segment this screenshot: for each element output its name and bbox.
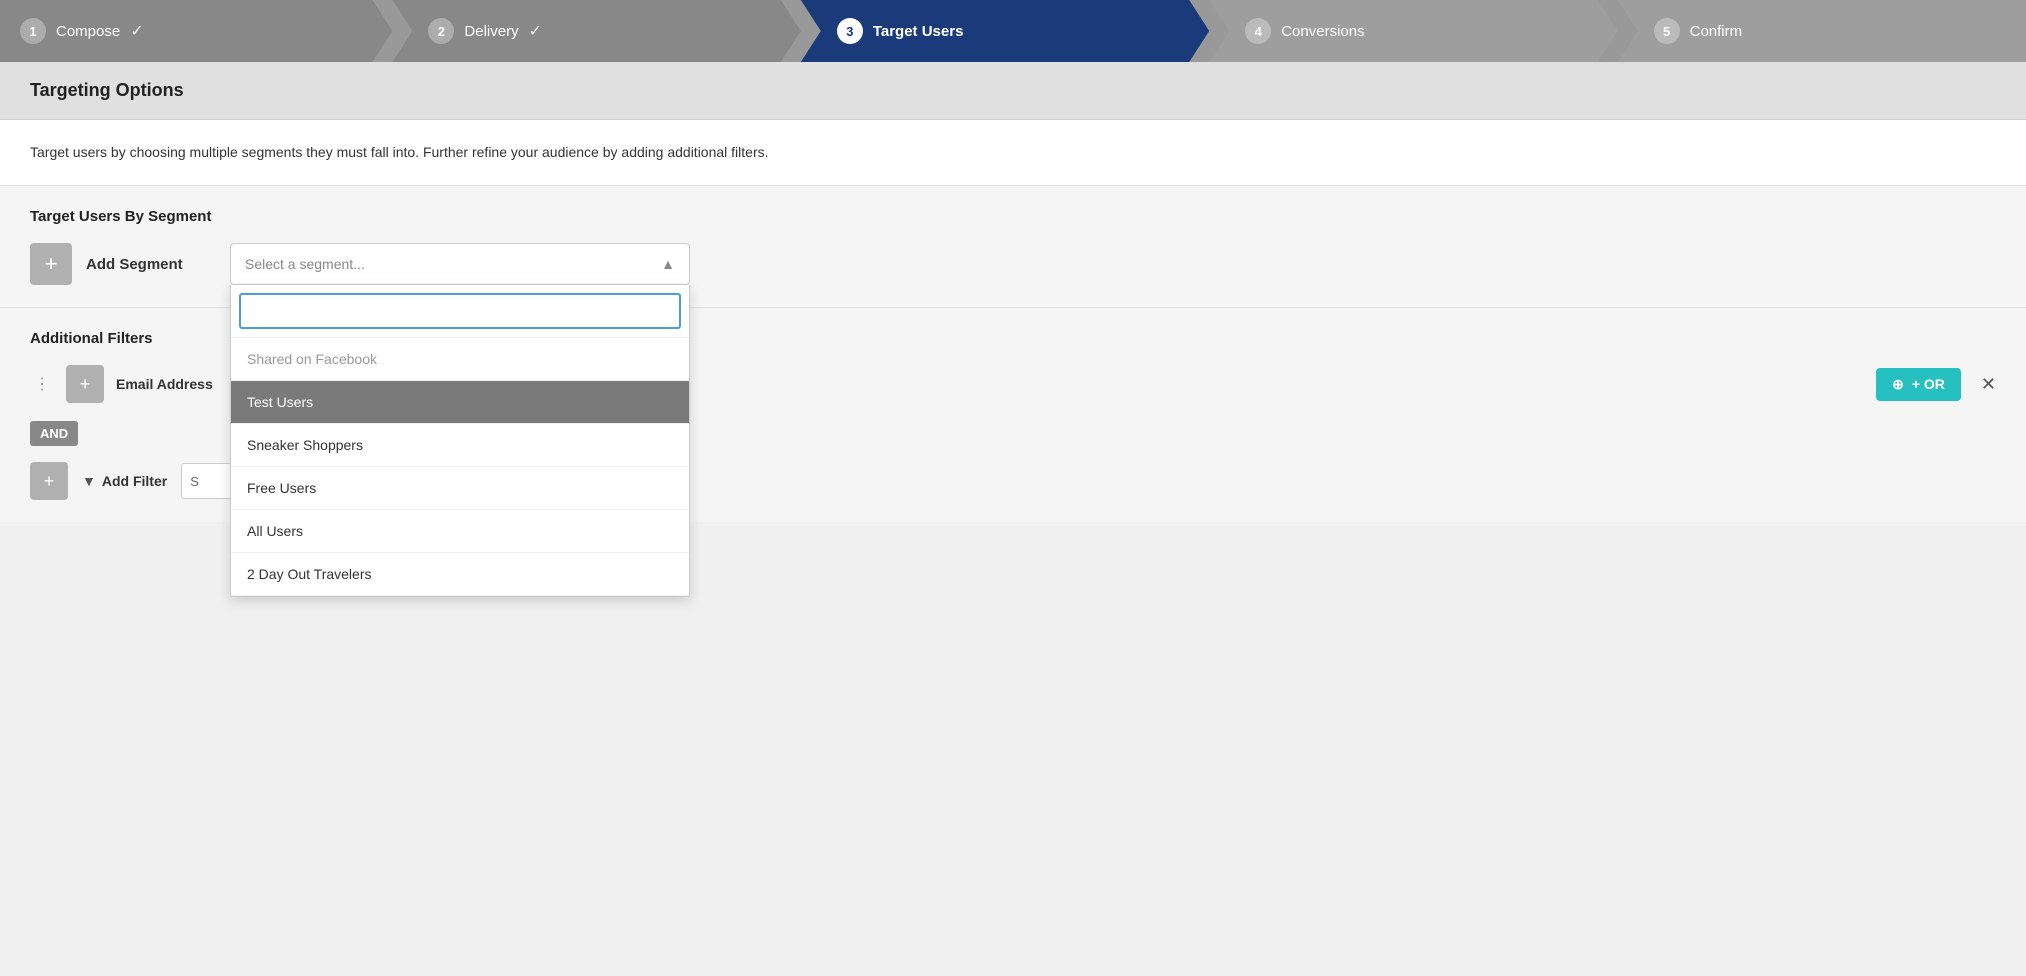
section-header: Targeting Options xyxy=(0,62,2026,120)
stepper: 1 Compose ✓ 2 Delivery ✓ 3 Target Users … xyxy=(0,0,2026,62)
step-confirm-number: 5 xyxy=(1654,18,1680,44)
dropdown-list: Shared on Facebook Test Users Sneaker Sh… xyxy=(231,338,689,596)
step-compose-number: 1 xyxy=(20,18,46,44)
filter-icon: ▼ xyxy=(82,473,96,489)
description-text: Target users by choosing multiple segmen… xyxy=(30,142,1996,163)
step-compose[interactable]: 1 Compose ✓ xyxy=(0,0,392,62)
step-target-users-number: 3 xyxy=(837,18,863,44)
drag-handle-icon[interactable]: ⋮ xyxy=(30,370,54,398)
dropdown-item-test-users[interactable]: Test Users xyxy=(231,381,689,424)
dropdown-search-wrapper xyxy=(231,285,689,338)
add-filter-button[interactable]: + xyxy=(30,462,68,500)
close-filter-icon[interactable]: ✕ xyxy=(1981,374,1996,395)
add-segment-row: + Add Segment Select a segment... ▲ Shar… xyxy=(30,243,1996,285)
segment-select[interactable]: Select a segment... ▲ xyxy=(230,243,690,285)
chevron-up-icon: ▲ xyxy=(661,256,675,272)
step-conversions-label: Conversions xyxy=(1281,23,1364,40)
step-confirm-label: Confirm xyxy=(1690,23,1743,40)
description-section: Target users by choosing multiple segmen… xyxy=(0,120,2026,186)
dropdown-item-shared-facebook[interactable]: Shared on Facebook xyxy=(231,338,689,381)
email-filter-label: Email Address xyxy=(116,376,236,392)
or-button[interactable]: ⊕ + OR xyxy=(1876,368,1961,401)
step-delivery[interactable]: 2 Delivery ✓ xyxy=(392,0,800,62)
dropdown-item-all-users[interactable]: All Users xyxy=(231,510,689,553)
add-filter-label: ▼ Add Filter xyxy=(82,473,167,489)
step-confirm[interactable]: 5 Confirm xyxy=(1618,0,2026,62)
compose-check-icon: ✓ xyxy=(130,21,143,41)
step-delivery-number: 2 xyxy=(428,18,454,44)
segment-dropdown: Shared on Facebook Test Users Sneaker Sh… xyxy=(230,285,690,597)
add-segment-button[interactable]: + xyxy=(30,243,72,285)
segment-section: Target Users By Segment + Add Segment Se… xyxy=(0,186,2026,308)
segment-select-placeholder: Select a segment... xyxy=(245,256,365,272)
step-target-users[interactable]: 3 Target Users xyxy=(801,0,1209,62)
section-title: Targeting Options xyxy=(30,80,1996,101)
dropdown-item-free-users[interactable]: Free Users xyxy=(231,467,689,510)
step-conversions-number: 4 xyxy=(1245,18,1271,44)
segment-section-title: Target Users By Segment xyxy=(30,208,1996,225)
dropdown-item-2day-travelers[interactable]: 2 Day Out Travelers xyxy=(231,553,689,596)
dropdown-search-input[interactable] xyxy=(239,293,681,329)
step-conversions[interactable]: 4 Conversions xyxy=(1209,0,1617,62)
add-segment-label: Add Segment xyxy=(86,256,216,273)
step-compose-label: Compose xyxy=(56,23,120,40)
main-content: Targeting Options Target users by choosi… xyxy=(0,62,2026,522)
segment-select-wrapper: Select a segment... ▲ Shared on Facebook… xyxy=(230,243,690,285)
delivery-check-icon: ✓ xyxy=(529,21,542,41)
plus-icon: ⊕ xyxy=(1892,376,1904,393)
step-target-users-label: Target Users xyxy=(873,23,964,40)
email-filter-add-btn[interactable]: + xyxy=(66,365,104,403)
dropdown-item-sneaker-shoppers[interactable]: Sneaker Shoppers xyxy=(231,424,689,467)
step-delivery-label: Delivery xyxy=(464,23,518,40)
